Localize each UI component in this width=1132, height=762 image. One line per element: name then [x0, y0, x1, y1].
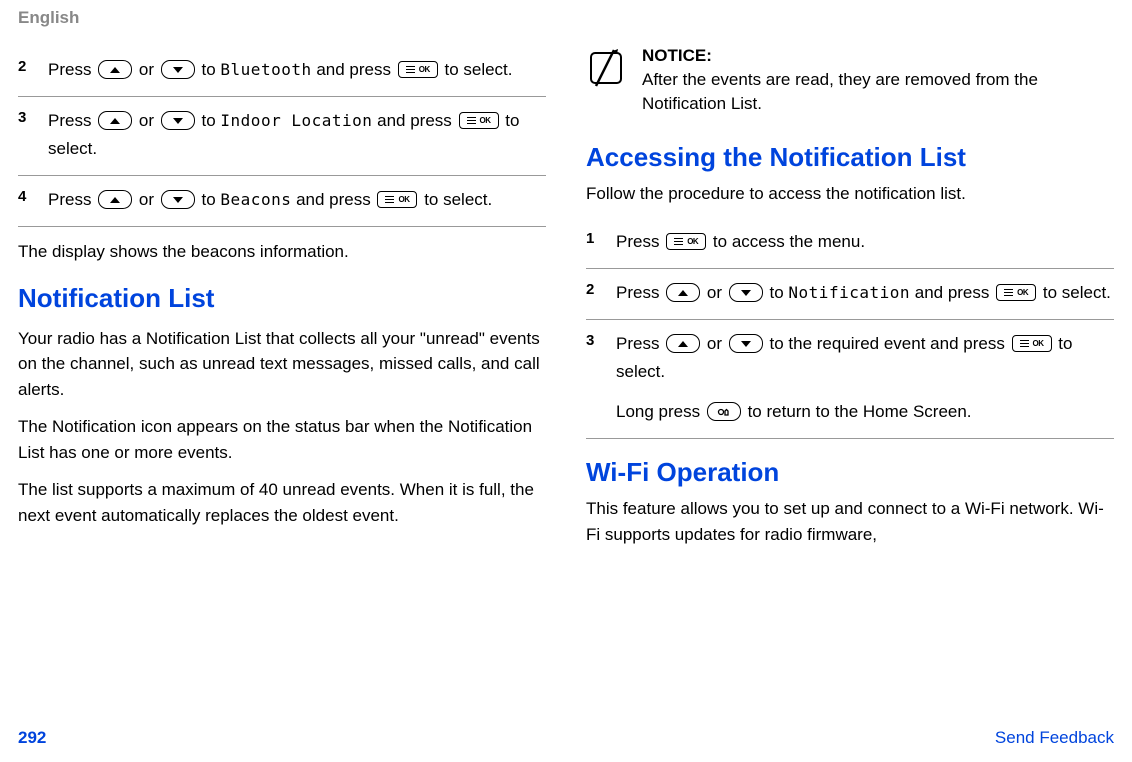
notice-box: NOTICE: After the events are read, they …	[586, 46, 1114, 124]
section-wifi-operation: Wi-Fi Operation	[586, 457, 1114, 488]
step-number: 3	[586, 330, 604, 349]
text: or	[139, 60, 159, 79]
up-arrow-icon	[666, 283, 700, 302]
down-arrow-icon	[161, 190, 195, 209]
text: Press	[616, 232, 664, 251]
step-number: 3	[18, 107, 36, 126]
paragraph: The Notification icon appears on the sta…	[18, 414, 546, 465]
menu-option-beacons: Beacons	[220, 190, 291, 209]
down-arrow-icon	[161, 111, 195, 130]
ok-button-icon: OK	[398, 61, 438, 78]
down-arrow-icon	[161, 60, 195, 79]
step-body: Press or to Bluetooth and press OK to se…	[48, 56, 546, 84]
ok-button-icon: OK	[459, 112, 499, 129]
step-row-r2: 2 Press or to Notification and press OK …	[586, 269, 1114, 320]
text: to access the menu.	[713, 232, 865, 251]
page-number: 292	[18, 728, 46, 748]
section-intro: This feature allows you to set up and co…	[586, 496, 1114, 547]
text: or	[707, 334, 727, 353]
notice-body: NOTICE: After the events are read, they …	[642, 46, 1114, 116]
step-row-2: 2 Press or to Bluetooth and press OK to …	[18, 46, 546, 97]
up-arrow-icon	[98, 111, 132, 130]
menu-option-indoor-location: Indoor Location	[220, 111, 372, 130]
step-row-4: 4 Press or to Beacons and press OK to se…	[18, 176, 546, 227]
step-body: Press or to the required event and press…	[616, 330, 1114, 426]
ok-button-icon: OK	[1012, 335, 1052, 352]
step-body: Press or to Indoor Location and press OK…	[48, 107, 546, 163]
paragraph: The list supports a maximum of 40 unread…	[18, 477, 546, 528]
text: Press	[616, 283, 664, 302]
text: or	[139, 111, 159, 130]
text: to	[202, 60, 221, 79]
after-steps-text: The display shows the beacons informatio…	[18, 239, 546, 265]
text: to select.	[1043, 283, 1111, 302]
text: and press	[915, 283, 994, 302]
text: Press	[48, 60, 96, 79]
step-number: 2	[18, 56, 36, 75]
left-column: 2 Press or to Bluetooth and press OK to …	[18, 46, 546, 559]
text: to the required event and press	[770, 334, 1010, 353]
notice-text: After the events are read, they are remo…	[642, 68, 1114, 116]
step-body: Press or to Beacons and press OK to sele…	[48, 186, 546, 214]
step-body: Press OK to access the menu.	[616, 228, 1114, 256]
main-content: 2 Press or to Bluetooth and press OK to …	[0, 28, 1132, 559]
home-button-icon	[707, 402, 741, 421]
text: or	[707, 283, 727, 302]
up-arrow-icon	[98, 60, 132, 79]
step-extra: Long press to return to the Home Screen.	[616, 398, 1114, 426]
page-header-language: English	[0, 0, 1132, 28]
notice-icon	[586, 46, 628, 116]
step-row-r1: 1 Press OK to access the menu.	[586, 218, 1114, 269]
send-feedback-link[interactable]: Send Feedback	[995, 728, 1114, 748]
text: to	[770, 283, 789, 302]
step-number: 2	[586, 279, 604, 298]
text: or	[139, 190, 159, 209]
text: and press	[377, 111, 456, 130]
menu-option-notification: Notification	[788, 283, 910, 302]
text: and press	[316, 60, 395, 79]
up-arrow-icon	[98, 190, 132, 209]
ok-button-icon: OK	[377, 191, 417, 208]
down-arrow-icon	[729, 283, 763, 302]
text: Press	[616, 334, 664, 353]
text: to	[202, 190, 221, 209]
step-number: 1	[586, 228, 604, 247]
text: to select.	[424, 190, 492, 209]
text: Press	[48, 111, 96, 130]
text: Press	[48, 190, 96, 209]
paragraph: Your radio has a Notification List that …	[18, 326, 546, 403]
step-row-r3: 3 Press or to the required event and pre…	[586, 320, 1114, 439]
step-body: Press or to Notification and press OK to…	[616, 279, 1114, 307]
ok-button-icon: OK	[996, 284, 1036, 301]
text: to return to the Home Screen.	[748, 402, 972, 421]
text: Long press	[616, 402, 705, 421]
section-notification-list: Notification List	[18, 283, 546, 314]
up-arrow-icon	[666, 334, 700, 353]
text: to select.	[444, 60, 512, 79]
right-column: NOTICE: After the events are read, they …	[586, 46, 1114, 559]
section-accessing-notification-list: Accessing the Notification List	[586, 142, 1114, 173]
step-row-3: 3 Press or to Indoor Location and press …	[18, 97, 546, 176]
step-number: 4	[18, 186, 36, 205]
notice-title: NOTICE:	[642, 46, 1114, 66]
menu-option-bluetooth: Bluetooth	[220, 60, 311, 79]
section-intro: Follow the procedure to access the notif…	[586, 181, 1114, 207]
down-arrow-icon	[729, 334, 763, 353]
text: and press	[296, 190, 375, 209]
page-footer: 292 Send Feedback	[0, 728, 1132, 748]
ok-button-icon: OK	[666, 233, 706, 250]
text: to	[202, 111, 221, 130]
